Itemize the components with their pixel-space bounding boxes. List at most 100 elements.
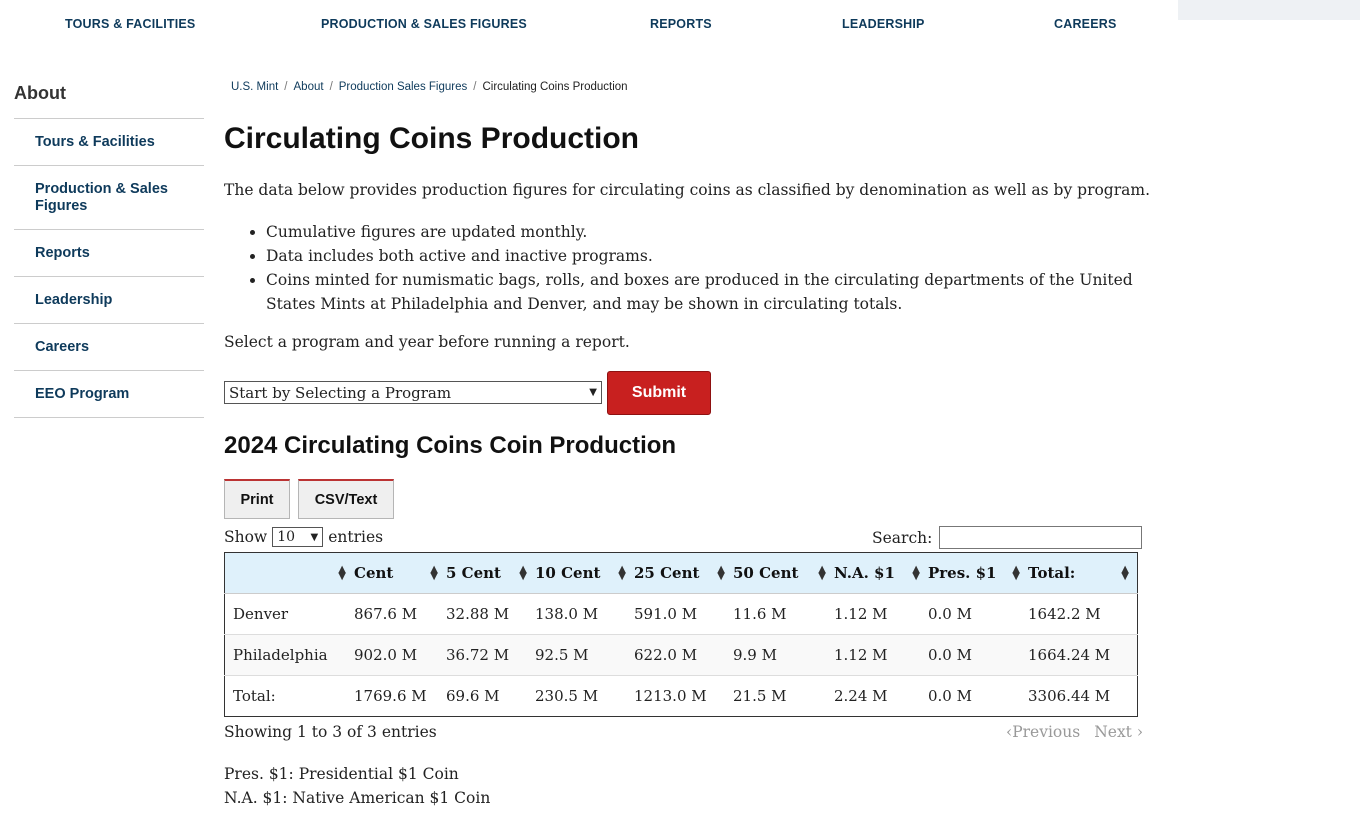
table-cell: 69.6 M — [446, 675, 535, 717]
chevron-down-icon: ▼ — [310, 531, 319, 543]
table-cell: 2.24 M — [834, 675, 928, 717]
search-input[interactable] — [939, 526, 1143, 549]
breadcrumb-current: Circulating Coins Production — [482, 81, 628, 93]
sort-icon: ▲ ▼ — [519, 564, 527, 582]
table-cell: 32.88 M — [446, 593, 535, 635]
sidebar-item-production-sales[interactable]: Production & Sales Figures — [14, 166, 204, 230]
program-select-value: Start by Selecting a Program — [229, 383, 452, 402]
entries-length-control: Show 10 ▼ entries — [224, 527, 383, 547]
breadcrumb-link-mint[interactable]: U.S. Mint — [231, 81, 278, 93]
table-cell: 1769.6 M — [354, 675, 446, 717]
table-cell: 21.5 M — [733, 675, 834, 717]
sort-icon: ▲ ▼ — [1012, 564, 1020, 582]
sidebar-item-leadership[interactable]: Leadership — [14, 277, 204, 324]
table-cell: 622.0 M — [634, 634, 733, 676]
sort-icon: ▲ ▼ — [430, 564, 438, 582]
nav-production-sales[interactable]: PRODUCTION & SALES FIGURES — [321, 17, 527, 31]
previous-button[interactable]: ‹Previous — [1006, 723, 1080, 741]
column-header[interactable]: 50 Cent ▲ ▼ — [733, 552, 834, 594]
nav-tours-facilities[interactable]: TOURS & FACILITIES — [65, 17, 195, 31]
entries-select-value: 10 — [277, 529, 296, 545]
sidebar-menu: Tours & Facilities Production & Sales Fi… — [14, 118, 204, 418]
note-item: N.A. $1: Native American $1 Coin — [224, 789, 491, 807]
sidebar: About Tours & Facilities Production & Sa… — [14, 82, 204, 418]
table-cell: 1664.24 M — [1028, 634, 1138, 676]
table-cell: 0.0 M — [928, 675, 1028, 717]
report-title: 2024 Circulating Coins Coin Production — [224, 432, 677, 459]
breadcrumb: U.S. Mint / About / Production Sales Figures… — [231, 81, 628, 93]
chevron-right-icon: › — [1136, 723, 1144, 741]
show-label: Show — [224, 528, 268, 546]
table-cell: 3306.44 M — [1028, 675, 1138, 717]
top-navigation: TOURS & FACILITIES PRODUCTION & SALES FI… — [0, 0, 1170, 48]
nav-careers[interactable]: CAREERS — [1054, 17, 1117, 31]
sort-icon: ▲ ▼ — [1121, 564, 1129, 582]
sort-icon: ▲ ▼ — [618, 564, 626, 582]
column-header[interactable]: 25 Cent ▲ ▼ — [634, 552, 733, 594]
column-header[interactable]: Total: ▲ ▼ — [1028, 552, 1138, 594]
nav-reports[interactable]: REPORTS — [650, 17, 712, 31]
breadcrumb-link-about[interactable]: About — [294, 81, 324, 93]
sort-icon: ▲ ▼ — [818, 564, 826, 582]
entries-label: entries — [328, 528, 384, 546]
column-header[interactable]: ▲ ▼ — [224, 552, 354, 594]
sidebar-item-careers[interactable]: Careers — [14, 324, 204, 371]
print-button[interactable]: Print — [224, 479, 290, 519]
table-cell: 230.5 M — [535, 675, 634, 717]
column-header[interactable]: N.A. $1 ▲ ▼ — [834, 552, 928, 594]
table-row: Total: 1769.6 M 69.6 M 230.5 M 1213.0 M … — [224, 675, 1138, 717]
program-select[interactable]: Start by Selecting a Program ▼ — [224, 381, 602, 404]
table-notes: Pres. $1: Presidential $1 Coin N.A. $1: … — [224, 762, 490, 810]
search-label: Search: — [872, 528, 933, 547]
submit-button[interactable]: Submit — [607, 371, 711, 415]
csv-text-button[interactable]: CSV/Text — [298, 479, 394, 519]
table-cell: Denver — [224, 593, 354, 635]
sidebar-title: About — [14, 83, 66, 103]
table-cell: 138.0 M — [535, 593, 634, 635]
table-search: Search: — [872, 526, 1143, 549]
sidebar-item-tours-facilities[interactable]: Tours & Facilities — [14, 119, 204, 166]
table-cell: 0.0 M — [928, 593, 1028, 635]
production-table: ▲ ▼ Cent ▲ ▼ 5 Cent ▲ ▼ 10 Cent ▲ ▼ 25 Cent ▲ ▼ 5… — [224, 552, 1138, 717]
next-button[interactable]: Next › — [1094, 723, 1143, 741]
table-cell: 11.6 M — [733, 593, 834, 635]
entries-select[interactable]: 10 ▼ — [272, 527, 324, 547]
bullet-item: Cumulative figures are updated monthly. — [266, 220, 1176, 244]
table-cell: Total: — [224, 675, 354, 717]
bullet-item: Data includes both active and inactive p… — [266, 244, 1176, 268]
column-header[interactable]: 10 Cent ▲ ▼ — [535, 552, 634, 594]
breadcrumb-link-production[interactable]: Production Sales Figures — [339, 81, 467, 93]
chevron-down-icon: ▼ — [589, 387, 597, 398]
table-cell: 36.72 M — [446, 634, 535, 676]
page-title: Circulating Coins Production — [224, 122, 640, 155]
column-header[interactable]: Pres. $1 ▲ ▼ — [928, 552, 1028, 594]
table-cell: 1.12 M — [834, 593, 928, 635]
table-cell: 1642.2 M — [1028, 593, 1138, 635]
table-row: Denver 867.6 M 32.88 M 138.0 M 591.0 M 1… — [224, 593, 1138, 635]
bullet-item: Coins minted for numismatic bags, rolls,… — [266, 268, 1176, 316]
table-cell: 867.6 M — [354, 593, 446, 635]
table-cell: 9.9 M — [733, 634, 834, 676]
sidebar-item-reports[interactable]: Reports — [14, 230, 204, 277]
nav-leadership[interactable]: LEADERSHIP — [842, 17, 925, 31]
table-info: Showing 1 to 3 of 3 entries — [224, 723, 437, 741]
sort-icon: ▲ ▼ — [717, 564, 725, 582]
table-cell: 1.12 M — [834, 634, 928, 676]
header-utility-box — [1178, 0, 1360, 20]
info-bullets: Cumulative figures are updated monthly. … — [224, 220, 1176, 316]
table-cell: 902.0 M — [354, 634, 446, 676]
note-item: Pres. $1: Presidential $1 Coin — [224, 765, 459, 783]
column-header[interactable]: 5 Cent ▲ ▼ — [446, 552, 535, 594]
table-cell: 591.0 M — [634, 593, 733, 635]
column-header[interactable]: Cent ▲ ▼ — [354, 552, 446, 594]
table-row: Philadelphia 902.0 M 36.72 M 92.5 M 622.… — [224, 634, 1138, 676]
pagination: ‹Previous Next › — [1006, 723, 1143, 741]
sort-icon: ▲ ▼ — [338, 564, 346, 582]
intro-text: The data below provides production figur… — [224, 181, 1151, 199]
table-cell: 92.5 M — [535, 634, 634, 676]
sidebar-item-eeo-program[interactable]: EEO Program — [14, 371, 204, 418]
select-instructions: Select a program and year before running… — [224, 333, 630, 351]
sort-icon: ▲ ▼ — [912, 564, 920, 582]
table-cell: 0.0 M — [928, 634, 1028, 676]
table-cell: Philadelphia — [224, 634, 354, 676]
